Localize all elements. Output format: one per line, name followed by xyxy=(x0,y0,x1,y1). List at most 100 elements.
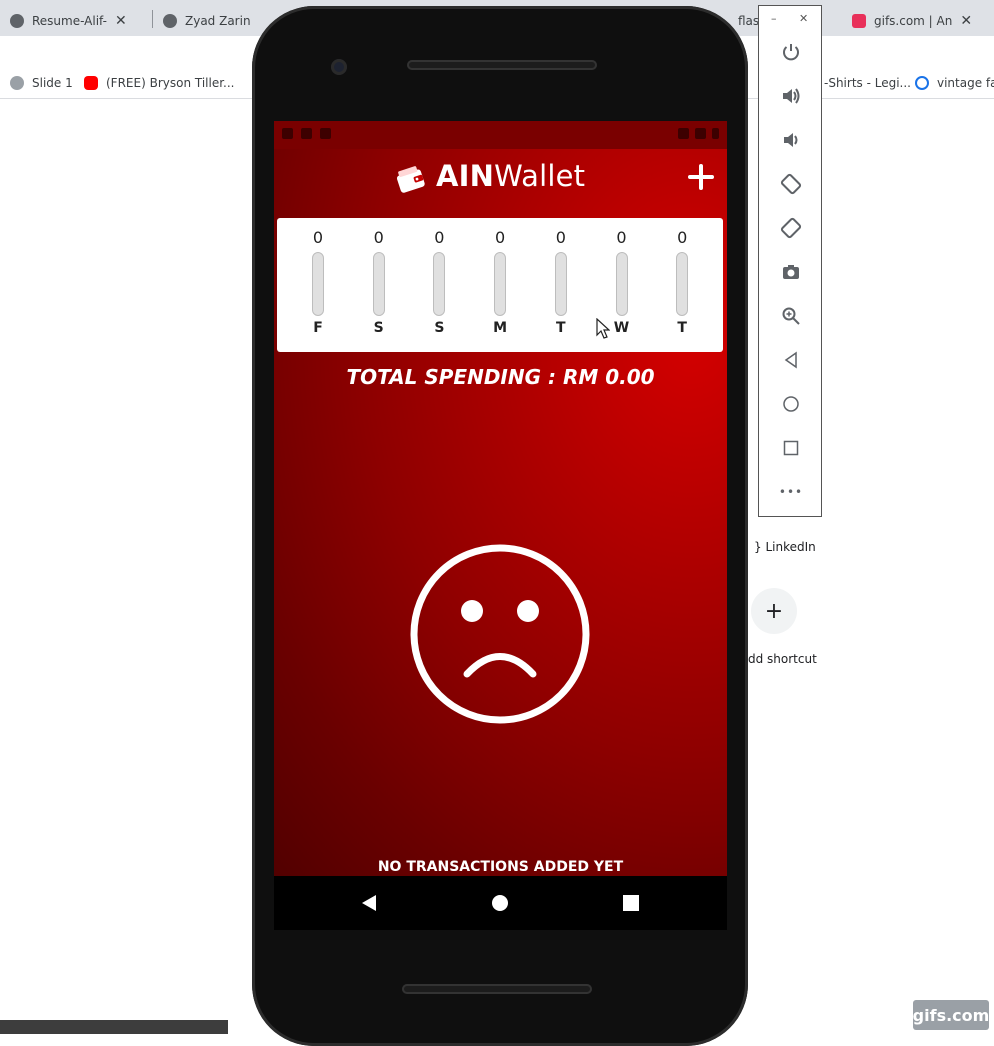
bookmark-label: Slide 1 xyxy=(32,76,73,90)
bookmark-youtube[interactable]: (FREE) Bryson Tiller... xyxy=(84,76,234,90)
status-bar xyxy=(274,121,727,149)
storage-icon xyxy=(320,128,331,139)
bookmark-label: -Shirts - Legi... xyxy=(824,76,911,90)
bookmark-vintage[interactable]: vintage fak xyxy=(915,76,994,90)
app-title-bold: AIN xyxy=(436,159,495,193)
wifi-icon xyxy=(678,128,689,139)
tab-title: gifs.com | An xyxy=(874,14,953,28)
tab-title: Zyad Zarin Re xyxy=(185,14,253,28)
signal-icon xyxy=(695,128,706,139)
nav-recents-icon[interactable] xyxy=(623,895,639,911)
add-transaction-button[interactable] xyxy=(687,163,715,191)
minimize-button[interactable]: – xyxy=(771,12,777,25)
front-camera xyxy=(331,59,347,75)
zoom-icon[interactable] xyxy=(777,302,805,330)
add-shortcut-label: dd shortcut xyxy=(748,652,817,666)
earpiece-speaker xyxy=(407,60,597,70)
status-left-icons xyxy=(282,128,331,139)
phone-frame: AINWallet 0F0S0S0M0T0W0T TOTAL SPENDING … xyxy=(252,6,748,1046)
volume-down-icon[interactable] xyxy=(777,126,805,154)
home-icon[interactable] xyxy=(777,390,805,418)
day-label: S xyxy=(373,320,384,336)
power-icon[interactable] xyxy=(777,38,805,66)
chart-day-column: 0T xyxy=(541,218,581,352)
status-right-icons xyxy=(678,128,719,139)
spending-bar xyxy=(312,252,324,316)
back-icon[interactable] xyxy=(777,346,805,374)
globe-icon xyxy=(10,14,24,28)
browser-tab-resume[interactable]: Resume-Alif- ✕ xyxy=(10,6,150,36)
total-spending: TOTAL SPENDING : RM 0.00 xyxy=(346,365,655,389)
day-amount: 0 xyxy=(434,228,445,247)
more-icon[interactable]: ••• xyxy=(777,478,805,506)
shortcut-linkedin-label[interactable]: } LinkedIn xyxy=(754,540,816,554)
day-amount: 0 xyxy=(616,228,627,247)
battery-icon xyxy=(712,128,719,139)
browser-tab-flask[interactable]: flasl xyxy=(738,6,758,36)
day-amount: 0 xyxy=(495,228,506,247)
empty-state-message: NO TRANSACTIONS ADDED YET xyxy=(377,859,624,875)
add-shortcut-button[interactable]: + xyxy=(751,588,797,634)
spending-bar xyxy=(433,252,446,316)
close-button[interactable]: ✕ xyxy=(799,12,808,25)
day-amount: 0 xyxy=(555,228,566,247)
android-nav-bar xyxy=(274,876,727,930)
spending-bar xyxy=(372,252,385,316)
tab-title: flasl xyxy=(738,14,758,28)
nav-back-icon[interactable] xyxy=(360,893,378,913)
day-label: T xyxy=(556,320,566,336)
spending-bar xyxy=(676,252,689,316)
nav-home-icon[interactable] xyxy=(492,895,508,911)
bookmark-label: (FREE) Bryson Tiller... xyxy=(106,76,235,90)
day-amount: 0 xyxy=(677,228,688,247)
rotate-right-icon[interactable] xyxy=(777,214,805,242)
day-amount: 0 xyxy=(312,228,324,247)
rotate-left-icon[interactable] xyxy=(777,170,805,198)
volume-up-icon[interactable] xyxy=(777,82,805,110)
sad-face-icon xyxy=(410,544,590,724)
youtube-icon xyxy=(84,76,98,90)
spending-bar xyxy=(554,252,567,316)
day-label: M xyxy=(493,320,508,336)
app-screen: AINWallet 0F0S0S0M0T0W0T TOTAL SPENDING … xyxy=(274,121,727,876)
spending-bar xyxy=(615,252,628,316)
camera-icon[interactable] xyxy=(777,258,805,286)
day-label: T xyxy=(677,320,687,336)
scrollbar-thumb[interactable] xyxy=(0,1020,228,1034)
emulator-window-controls: – ✕ xyxy=(759,12,823,26)
weekly-spending-chart: 0F0S0S0M0T0W0T xyxy=(277,218,723,352)
day-label: S xyxy=(434,320,445,336)
bookmark-favicon-icon xyxy=(915,76,929,90)
chart-day-column: 0F xyxy=(298,218,338,352)
close-tab-icon[interactable]: ✕ xyxy=(960,13,972,29)
chart-day-column: 0M xyxy=(480,218,520,352)
spending-bar xyxy=(494,252,507,316)
chart-day-column: 0S xyxy=(419,218,459,352)
settings-icon xyxy=(301,128,312,139)
close-tab-icon[interactable]: ✕ xyxy=(115,13,127,29)
globe-icon xyxy=(163,14,177,28)
app-bar: AINWallet xyxy=(274,149,727,209)
bottom-speaker xyxy=(402,984,592,994)
gifs-watermark: gifs.com xyxy=(913,1000,989,1030)
emulator-toolbar: – ✕ ••• xyxy=(758,5,822,517)
gifs-favicon-icon xyxy=(852,14,866,28)
mouse-cursor-icon xyxy=(596,318,610,339)
browser-tab-gifs[interactable]: gifs.com | An ✕ xyxy=(852,6,977,36)
globe-icon xyxy=(10,76,24,90)
tab-separator xyxy=(152,10,153,28)
app-title: AINWallet xyxy=(436,159,585,193)
notification-icon xyxy=(282,128,293,139)
day-amount: 0 xyxy=(373,228,384,247)
day-label: F xyxy=(313,320,323,336)
bookmark-slide-1[interactable]: Slide 1 xyxy=(10,76,73,90)
bookmark-label: vintage fak xyxy=(937,76,994,90)
wallet-icon xyxy=(396,166,425,193)
bookmark-shirts[interactable]: -Shirts - Legi... xyxy=(824,76,911,90)
app-title-regular: Wallet xyxy=(494,159,586,193)
tab-title: Resume-Alif- xyxy=(32,14,107,28)
chart-day-column: 0S xyxy=(359,218,399,352)
browser-tab-zyad[interactable]: Zyad Zarin Re xyxy=(163,6,253,36)
chart-day-column: 0T xyxy=(662,218,702,352)
overview-icon[interactable] xyxy=(777,434,805,462)
